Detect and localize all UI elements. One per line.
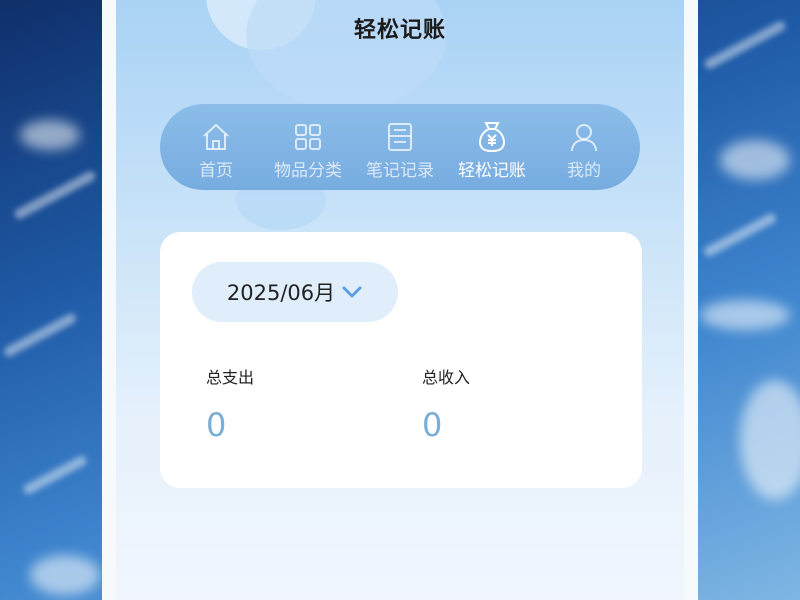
phone-frame-left	[102, 0, 116, 600]
phone-frame-right	[684, 0, 698, 600]
notebook-icon	[381, 118, 419, 156]
cloud	[720, 140, 790, 180]
screen: 轻松记账 首页 物品分类 笔记记录 轻松记账 我的 2025/06月 总支出 0…	[0, 0, 800, 600]
tab-label: 轻松记账	[458, 161, 526, 181]
month-value: 2025/06月	[226, 281, 336, 305]
tab-label: 笔记记录	[366, 161, 434, 181]
tab-bar: 首页 物品分类 笔记记录 轻松记账 我的	[160, 104, 640, 190]
cloud	[740, 380, 800, 500]
income-stat: 总收入 0	[422, 364, 470, 444]
tab-home[interactable]: 首页	[170, 118, 262, 181]
cloud-streak	[702, 19, 788, 71]
expense-label: 总支出	[206, 368, 255, 387]
grid-icon	[289, 118, 327, 156]
chevron-down-icon	[341, 284, 363, 300]
tab-profile[interactable]: 我的	[538, 118, 630, 181]
tab-label: 首页	[199, 161, 233, 181]
tab-label: 物品分类	[274, 161, 342, 181]
cloud-streak	[21, 454, 89, 496]
cloud-streak	[702, 211, 778, 259]
cloud	[30, 555, 100, 595]
app-screen: 轻松记账 首页 物品分类 笔记记录 轻松记账 我的 2025/06月 总支出 0…	[116, 0, 684, 600]
income-value: 0	[422, 406, 443, 444]
summary-card: 2025/06月 总支出 0 总收入 0	[160, 232, 642, 488]
cloud	[20, 120, 80, 150]
cloud-streak	[2, 311, 78, 359]
page-title: 轻松记账	[353, 18, 446, 43]
money-bag-icon	[473, 118, 511, 156]
income-label: 总收入	[422, 368, 471, 387]
user-icon	[565, 118, 603, 156]
month-picker[interactable]: 2025/06月	[192, 262, 398, 322]
expense-stat: 总支出 0	[206, 364, 254, 444]
expense-value: 0	[206, 406, 227, 444]
cloud	[700, 300, 790, 330]
tab-label: 我的	[567, 161, 601, 181]
tab-bookkeeping[interactable]: 轻松记账	[446, 118, 538, 181]
tab-categories[interactable]: 物品分类	[262, 118, 354, 181]
home-icon	[197, 118, 235, 156]
cloud-streak	[12, 169, 98, 221]
tab-notes[interactable]: 笔记记录	[354, 118, 446, 181]
